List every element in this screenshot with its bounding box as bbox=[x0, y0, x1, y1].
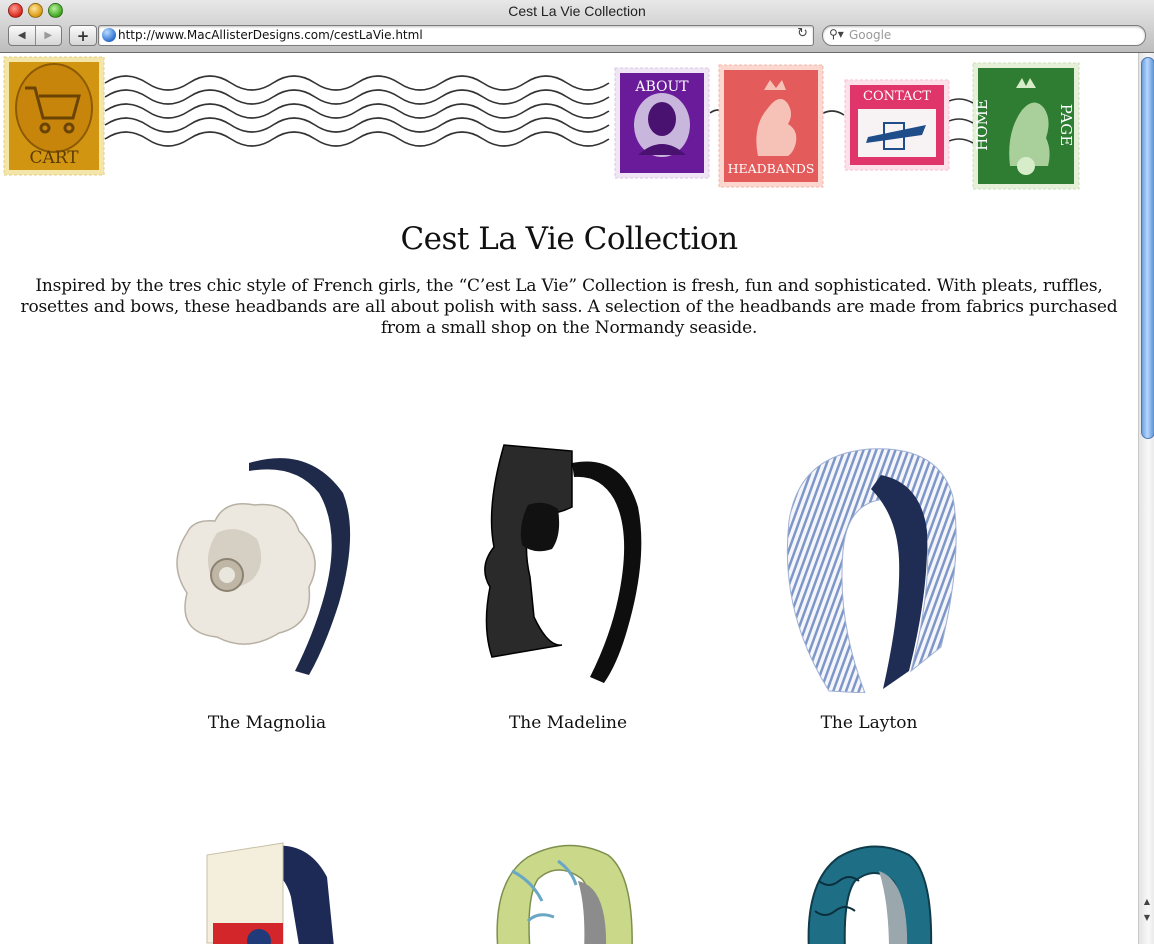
cart-stamp[interactable]: CART bbox=[3, 56, 105, 176]
globe-icon bbox=[102, 28, 116, 42]
browser-toolbar: Cest La Vie Collection ◀ ▶ + http://www.… bbox=[0, 0, 1154, 53]
page-stamp-label: PAGE bbox=[1057, 103, 1075, 147]
forward-button[interactable]: ▶ bbox=[34, 26, 62, 45]
about-stamp[interactable]: ABOUT bbox=[614, 67, 710, 179]
product-name[interactable]: The Layton bbox=[769, 713, 969, 733]
back-button[interactable]: ◀ bbox=[9, 26, 35, 45]
product-card-layton[interactable]: The Layton bbox=[769, 443, 969, 743]
address-bar[interactable]: http://www.MacAllisterDesigns.com/cestLa… bbox=[98, 25, 814, 46]
product-name[interactable]: The Magnolia bbox=[167, 713, 367, 733]
scroll-thumb[interactable] bbox=[1141, 57, 1154, 439]
green-print-headband-image[interactable] bbox=[468, 841, 668, 944]
search-field[interactable]: ⚲▾ Google bbox=[822, 25, 1146, 46]
product-name[interactable]: The Madeline bbox=[468, 713, 668, 733]
magnolia-headband-image[interactable] bbox=[167, 443, 367, 693]
window-title: Cest La Vie Collection bbox=[508, 3, 646, 19]
product-card-magnolia[interactable]: The Magnolia bbox=[167, 443, 367, 743]
header-banner: CART ABOUT HEADBANDS CONTACT HOME PAGE bbox=[0, 53, 1138, 193]
postmark-lines bbox=[104, 75, 974, 147]
collection-intro: Inspired by the tres chic style of Frenc… bbox=[20, 276, 1118, 338]
teal-lace-headband-image[interactable] bbox=[769, 841, 969, 944]
page-content: CART ABOUT HEADBANDS CONTACT HOME PAGE C… bbox=[0, 53, 1138, 944]
search-placeholder: Google bbox=[849, 28, 892, 42]
page-title: Cest La Vie Collection bbox=[400, 221, 738, 257]
product-card-row2-1[interactable] bbox=[167, 841, 367, 944]
layton-headband-image[interactable] bbox=[769, 443, 969, 693]
home-page-stamp[interactable]: HOME PAGE bbox=[972, 62, 1080, 190]
search-icon: ⚲▾ bbox=[829, 27, 844, 41]
headbands-stamp-label: HEADBANDS bbox=[727, 161, 815, 176]
reload-icon[interactable]: ↻ bbox=[797, 26, 808, 41]
product-card-row2-3[interactable] bbox=[769, 841, 969, 944]
history-nav: ◀ ▶ bbox=[8, 25, 62, 46]
product-card-row2-2[interactable] bbox=[468, 841, 668, 944]
cart-stamp-label: CART bbox=[29, 148, 79, 168]
scroll-down-arrow[interactable]: ▼ bbox=[1141, 912, 1153, 924]
contact-stamp-label: CONTACT bbox=[863, 89, 931, 104]
product-card-madeline[interactable]: The Madeline bbox=[468, 443, 668, 743]
vertical-scrollbar[interactable]: ▲ ▼ bbox=[1138, 53, 1154, 944]
home-stamp-label: HOME bbox=[973, 99, 991, 151]
headbands-stamp[interactable]: HEADBANDS bbox=[718, 64, 824, 188]
contact-stamp[interactable]: CONTACT bbox=[844, 79, 950, 171]
madeline-headband-image[interactable] bbox=[468, 443, 668, 693]
scroll-up-arrow[interactable]: ▲ bbox=[1141, 896, 1153, 908]
url-text[interactable]: http://www.MacAllisterDesigns.com/cestLa… bbox=[118, 28, 423, 42]
red-bow-headband-image[interactable] bbox=[167, 841, 367, 944]
add-bookmark-button[interactable]: + bbox=[69, 25, 97, 46]
about-stamp-label: ABOUT bbox=[635, 79, 689, 95]
